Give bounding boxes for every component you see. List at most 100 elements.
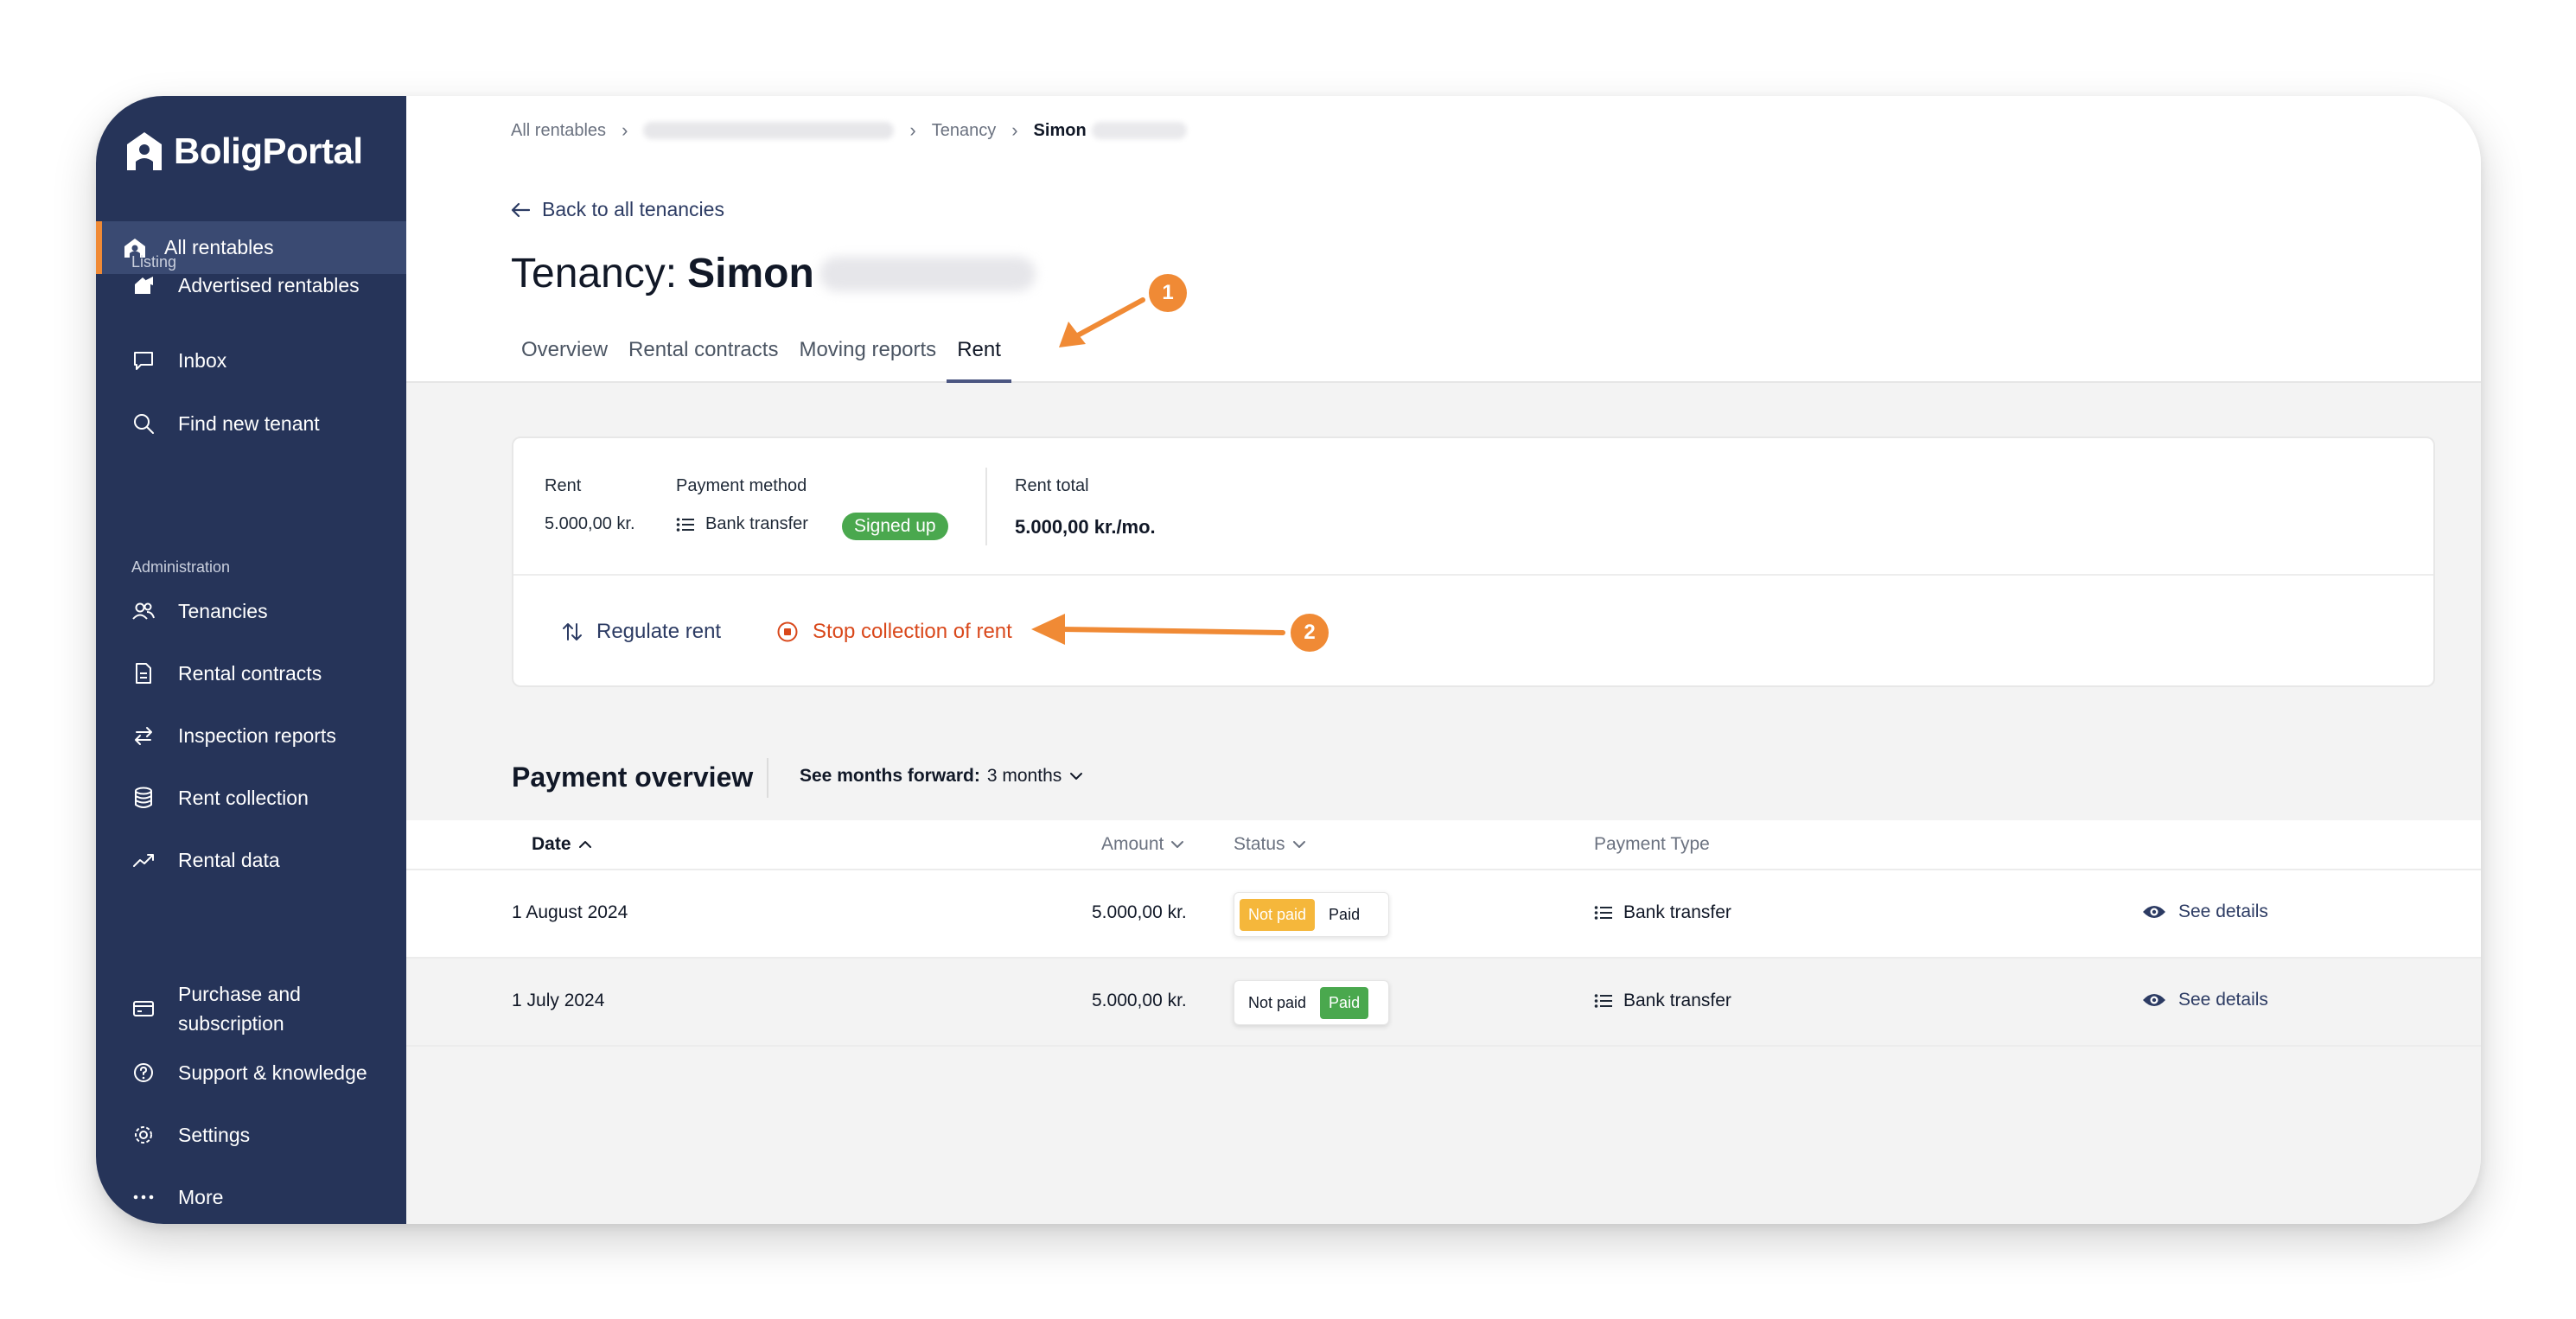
row-amount: 5.000,00 kr.: [1092, 902, 1187, 922]
sidebar-item-find-new-tenant[interactable]: Find new tenant: [131, 405, 320, 443]
sidebar-item-label: Support & knowledge: [178, 1061, 367, 1084]
list-icon: [1594, 994, 1612, 1008]
sidebar-item-tenancies[interactable]: Tenancies: [131, 592, 268, 630]
breadcrumb-tenancy[interactable]: Tenancy: [932, 121, 997, 141]
list-icon: [1594, 906, 1612, 920]
sidebar-item-advertised-rentables[interactable]: Advertised rentables: [131, 266, 360, 304]
sidebar-item-support[interactable]: Support & knowledge: [131, 1054, 367, 1092]
tab-rental-contracts[interactable]: Rental contracts: [618, 331, 788, 383]
title-tenant-name: Simon: [687, 251, 814, 296]
back-to-tenancies-link[interactable]: Back to all tenancies: [511, 198, 724, 221]
rent-value: 5.000,00 kr.: [545, 514, 635, 534]
chevron-up-icon: [578, 841, 591, 848]
help-circle-icon: [134, 1063, 153, 1082]
status-paid-option[interactable]: Paid: [1320, 899, 1368, 931]
annotation-marker-2: 2: [1291, 614, 1329, 652]
chevron-right-icon: ›: [909, 119, 916, 141]
see-details-link[interactable]: See details: [2142, 990, 2268, 1010]
chevron-down-icon: [1171, 841, 1184, 848]
row-payment-type: Bank transfer: [1594, 991, 1731, 1011]
logo-house-icon: [127, 132, 162, 170]
brand-logo[interactable]: BoligPortal: [125, 131, 363, 172]
months-forward-dropdown[interactable]: See months forward: 3 months: [800, 766, 1084, 787]
status-not-paid-option[interactable]: Not paid: [1240, 987, 1315, 1019]
title-prefix: Tenancy:: [511, 251, 678, 296]
sidebar: BoligPortal All rentables Listing Advert…: [96, 96, 406, 1224]
app-window: BoligPortal All rentables Listing Advert…: [96, 96, 2481, 1224]
breadcrumb-all-rentables[interactable]: All rentables: [511, 121, 606, 141]
sidebar-item-label: Tenancies: [178, 600, 268, 622]
breadcrumb-current: Simon: [1033, 120, 1087, 140]
users-icon: [132, 602, 155, 620]
divider: [985, 468, 987, 545]
months-forward-label: See months forward:: [800, 766, 980, 786]
status-not-paid-option[interactable]: Not paid: [1240, 898, 1316, 931]
sidebar-item-more[interactable]: More: [131, 1178, 223, 1216]
page-header: All rentables › › Tenancy › Simon Back t…: [406, 96, 2481, 383]
section-administration: Administration: [131, 558, 231, 576]
column-amount[interactable]: Amount: [1101, 834, 1184, 855]
rent-label: Rent: [545, 476, 582, 495]
sidebar-item-inbox[interactable]: Inbox: [131, 341, 226, 379]
tab-rent[interactable]: Rent: [947, 331, 1011, 383]
sidebar-item-label: Inbox: [178, 349, 227, 372]
tab-bar: Overview Rental contracts Moving reports…: [511, 331, 1011, 383]
trend-up-icon: [133, 854, 154, 867]
table-header: Date Amount Status Payment Type: [406, 820, 2481, 870]
row-amount: 5.000,00 kr.: [1092, 991, 1187, 1010]
database-icon: [135, 787, 152, 808]
chevron-down-icon: [1070, 773, 1083, 780]
chevron-right-icon: ›: [1011, 119, 1018, 141]
sidebar-item-label: Rental contracts: [178, 662, 322, 685]
list-icon: [676, 517, 694, 532]
document-icon: [136, 663, 151, 684]
payment-overview-title: Payment overview: [512, 761, 754, 793]
payment-method-label: Payment method: [676, 476, 807, 495]
row-payment-type: Bank transfer: [1594, 902, 1731, 923]
divider: [513, 574, 2433, 576]
sidebar-item-rental-contracts[interactable]: Rental contracts: [131, 654, 322, 692]
rent-total-value: 5.000,00 kr./mo.: [1015, 516, 1156, 538]
sidebar-item-label: All rentables: [164, 236, 274, 258]
see-details-label: See details: [2178, 902, 2268, 921]
payment-method-text: Bank transfer: [705, 514, 808, 533]
breadcrumb-rentable-redacted[interactable]: [643, 122, 895, 139]
sidebar-item-inspection-reports[interactable]: Inspection reports: [131, 717, 336, 755]
column-payment-type: Payment Type: [1594, 834, 1710, 855]
stop-collection-button[interactable]: Stop collection of rent: [776, 620, 1012, 644]
rent-summary-card: Rent 5.000,00 kr. Payment method Bank tr…: [512, 436, 2435, 687]
search-icon: [134, 414, 154, 434]
sidebar-item-label: Find new tenant: [178, 412, 320, 435]
column-status[interactable]: Status: [1234, 834, 1306, 855]
column-payment-type-label: Payment Type: [1594, 834, 1710, 854]
house-megaphone-icon: [135, 277, 153, 294]
regulate-rent-button[interactable]: Regulate rent: [562, 620, 721, 644]
status-badge: Signed up: [842, 513, 948, 540]
chat-bubble-icon: [134, 352, 153, 370]
stop-collection-label: Stop collection of rent: [813, 620, 1012, 643]
payment-type-text: Bank transfer: [1623, 991, 1731, 1010]
sidebar-item-rent-collection[interactable]: Rent collection: [131, 779, 309, 817]
tab-overview[interactable]: Overview: [511, 331, 618, 383]
status-paid-option[interactable]: Paid: [1320, 986, 1369, 1019]
see-details-label: See details: [2178, 990, 2268, 1010]
breadcrumb: All rentables › › Tenancy › Simon: [511, 119, 1187, 142]
eye-icon: [2143, 906, 2165, 918]
table-row: 1 August 2024 5.000,00 kr. Not paid Paid…: [406, 870, 2481, 959]
status-toggle: Not paid Paid: [1234, 980, 1389, 1025]
stop-circle-icon: [777, 621, 798, 642]
gear-icon: [135, 1126, 152, 1144]
column-date-label: Date: [532, 834, 571, 854]
sidebar-item-settings[interactable]: Settings: [131, 1116, 250, 1154]
chevron-down-icon: [1292, 841, 1305, 848]
sidebar-item-label: Rental data: [178, 849, 280, 871]
see-details-link[interactable]: See details: [2142, 902, 2268, 922]
divider: [767, 758, 768, 798]
sidebar-item-rental-data[interactable]: Rental data: [131, 841, 280, 879]
column-date[interactable]: Date: [532, 834, 592, 855]
tab-moving-reports[interactable]: Moving reports: [788, 331, 947, 383]
redacted-surname: [819, 256, 1036, 291]
regulate-arrows-icon: [563, 623, 582, 640]
sidebar-item-purchase-subscription[interactable]: Purchase and subscription: [131, 976, 325, 1042]
sidebar-item-label: Inspection reports: [178, 724, 336, 747]
